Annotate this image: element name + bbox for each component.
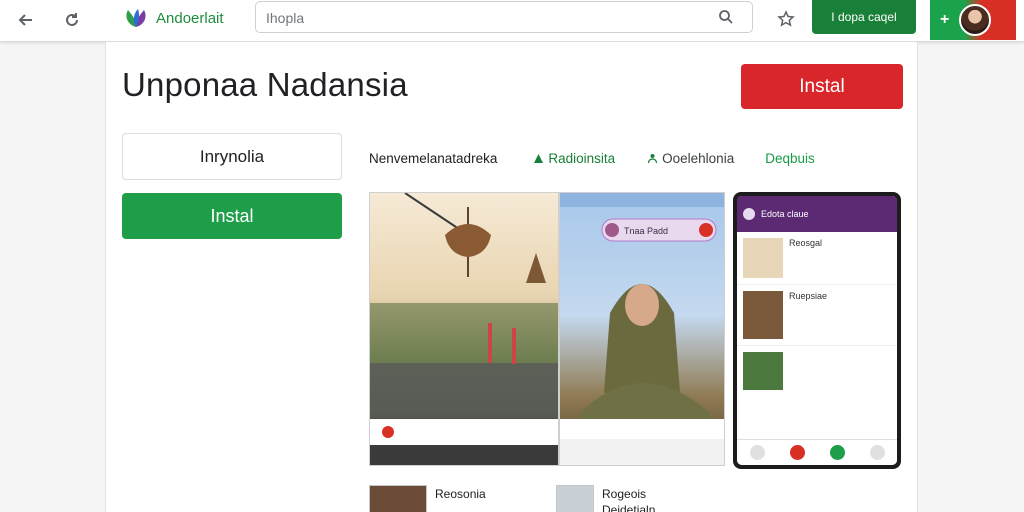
back-button[interactable] (12, 6, 40, 34)
screenshot-person[interactable]: Tnaa Padd (559, 192, 725, 466)
list-item[interactable]: Reosgal (737, 232, 897, 285)
top-bar: Andoerlait I dopa caqel + (0, 0, 1024, 42)
tab-label: Ooelehlonia (662, 150, 735, 166)
nav-chat-icon[interactable] (829, 445, 845, 460)
list-item[interactable] (737, 346, 897, 396)
nav-record-icon[interactable] (789, 445, 805, 460)
reload-icon (66, 13, 78, 26)
bookmark-button[interactable] (772, 5, 800, 33)
secondary-button[interactable]: Inrynolia (122, 133, 342, 180)
search-box[interactable] (255, 1, 753, 33)
chat-chip-text: Tnaa Padd (624, 226, 668, 236)
item-thumbnail (743, 291, 783, 339)
search-icon[interactable] (718, 9, 734, 25)
review-card[interactable]: Rogeois Deidetialn (556, 485, 655, 512)
phone-screenshot[interactable]: Edota claue Reosgal Ruepsiae (733, 192, 901, 469)
tab-overview[interactable]: Nenvemelanatadreka (369, 151, 497, 166)
tab-details[interactable]: Ooelehlonia (647, 151, 734, 166)
install-button-green[interactable]: Instal (122, 193, 342, 239)
item-thumbnail (743, 238, 783, 278)
account-area[interactable]: + (930, 0, 1016, 40)
search-input[interactable] (266, 7, 706, 29)
person-icon (647, 153, 658, 163)
star-icon (777, 10, 795, 27)
phone-header-title: Edota claue (761, 209, 809, 219)
reviewer-photo (556, 485, 594, 512)
brand-name: Andoerlait (156, 9, 224, 27)
brand-logo[interactable]: Andoerlait (122, 5, 224, 31)
install-button-primary[interactable]: Instal (741, 64, 903, 109)
phone-bottom-bar (737, 439, 897, 465)
header-chip-button[interactable]: I dopa caqel (812, 0, 916, 34)
avatar[interactable] (959, 4, 992, 36)
tab-radio[interactable]: Radioinsita (533, 151, 615, 166)
item-title: Ruepsiae (789, 291, 828, 301)
tab-label: Radioinsita (548, 150, 616, 166)
warning-icon (534, 153, 544, 163)
phone-app-header: Edota claue (737, 196, 897, 232)
review-card[interactable]: Reosonia (369, 485, 486, 512)
reviewer-name: Reosonia (435, 487, 486, 501)
nav-profile-icon[interactable] (869, 445, 885, 460)
back-arrow-icon (18, 14, 32, 26)
add-icon[interactable]: + (940, 11, 949, 29)
item-thumbnail (743, 352, 783, 390)
reviewer-name: Rogeois (602, 487, 647, 501)
reviewer-subtitle: Deidetialn (602, 503, 656, 512)
person-scene-image: Tnaa Padd (560, 193, 724, 465)
reload-button[interactable] (58, 6, 86, 34)
list-item[interactable]: Ruepsiae (737, 285, 897, 346)
phone-avatar (743, 208, 755, 220)
phone-screen: Edota claue Reosgal Ruepsiae (737, 196, 897, 465)
info-tabs: Nenvemelanatadreka Radioinsita Ooelehlon… (369, 148, 815, 168)
app-detail-panel: Unponaa Nadansia Instal Inrynolia Instal… (105, 42, 918, 512)
tab-reviews[interactable]: Deqbuis (765, 151, 815, 166)
screenshot-city[interactable] (369, 192, 559, 466)
city-scene-image (370, 193, 558, 465)
leaf-logo-icon (126, 9, 146, 27)
nav-home-icon[interactable] (749, 445, 765, 460)
page-title: Unponaa Nadansia (122, 66, 408, 103)
item-title: Reosgal (789, 238, 823, 248)
reviewer-photo (369, 485, 427, 512)
